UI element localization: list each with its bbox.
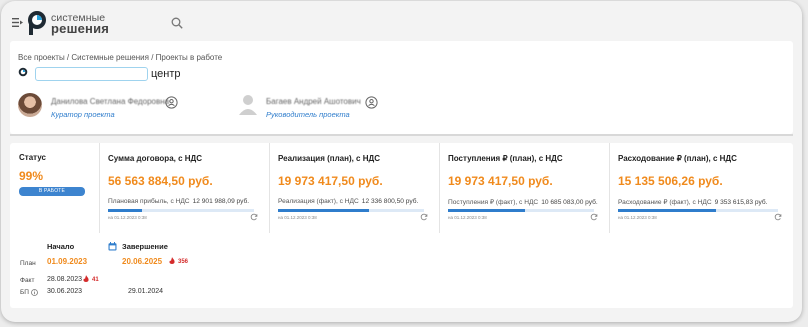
metric-progress xyxy=(278,209,424,212)
breadcrumb-separator: / xyxy=(148,53,156,62)
status-percent: 99% xyxy=(19,169,44,183)
metric-sub-label: Плановая прибыль, с НДС xyxy=(108,198,190,205)
metric-progress xyxy=(448,209,594,212)
metric-title: Поступления ₽ (план), с НДС xyxy=(448,154,563,163)
metric-value: 15 135 506,26 руб. xyxy=(618,174,723,188)
refresh-icon[interactable] xyxy=(774,213,782,221)
menu-icon[interactable] xyxy=(12,18,23,27)
metric-sub: Расходование ₽ (факт), с НДС 9 353 615,83… xyxy=(618,198,768,206)
refresh-icon[interactable] xyxy=(250,213,258,221)
metric-receipts-plan: Поступления ₽ (план), с НДС 19 973 417,5… xyxy=(439,143,609,233)
timeline-dates: Начало Завершение План 01.09.2023 20.06.… xyxy=(10,238,410,308)
info-icon[interactable] xyxy=(31,289,38,296)
status-badge[interactable]: В РАБОТЕ xyxy=(19,187,85,196)
fact-start-delay: 41 xyxy=(92,277,99,283)
metric-realization-plan: Реализация (план), с НДС 19 973 417,50 р… xyxy=(269,143,439,233)
user-placeholder-icon xyxy=(239,95,257,115)
change-person-icon[interactable] xyxy=(165,96,178,109)
bp-end-date: 29.01.2024 xyxy=(128,288,164,295)
project-name-redacted xyxy=(35,67,148,81)
plan-end-date: 20.06.2025 xyxy=(122,257,163,266)
project-summary: Статус 99% В РАБОТЕ Сумма договора, с НД… xyxy=(10,143,793,308)
metric-title: Сумма договора, с НДС xyxy=(108,154,203,163)
metric-progress-fill xyxy=(108,209,142,212)
metric-date: на 01.12.2023 0:38 xyxy=(618,215,657,220)
metric-sub-label: Расходование ₽ (факт), с НДС xyxy=(618,199,712,206)
section-divider xyxy=(10,134,793,136)
metric-value: 19 973 417,50 руб. xyxy=(278,174,383,188)
metric-date: на 01.12.2023 0:38 xyxy=(448,215,487,220)
calendar-icon[interactable] xyxy=(108,242,117,251)
metric-title: Реализация (план), с НДС xyxy=(278,154,380,163)
fire-icon xyxy=(83,275,89,282)
logo-icon[interactable] xyxy=(26,10,48,36)
metric-date: на 01.12.2023 0:38 xyxy=(108,215,147,220)
metric-spending-plan: Расходование ₽ (план), с НДС 15 135 506,… xyxy=(609,143,789,233)
bp-start-date: 30.06.2023 xyxy=(47,288,83,295)
fact-label: Факт xyxy=(20,277,35,284)
metric-progress-fill xyxy=(618,209,716,212)
breadcrumb-system-solutions[interactable]: Системные решения xyxy=(71,53,149,62)
curator-name: Данилова Светлана Федоровна xyxy=(51,97,170,106)
metric-title: Расходование ₽ (план), с НДС xyxy=(618,154,737,163)
status-block: Статус 99% В РАБОТЕ xyxy=(19,153,85,196)
app-window: системные решения Все проекты / Системны… xyxy=(1,1,802,322)
metric-sub-value: 12 901 988,09 руб. xyxy=(192,198,250,205)
search-icon[interactable] xyxy=(171,17,183,29)
breadcrumb: Все проекты / Системные решения / Проект… xyxy=(18,53,222,62)
project-logo-icon xyxy=(18,67,28,77)
metric-progress-fill xyxy=(448,209,526,212)
logo-line-2: решения xyxy=(51,21,110,36)
logo-text: системные решения xyxy=(51,13,110,36)
metric-sub-value: 10 685 083,00 руб. xyxy=(541,199,598,206)
curator-role[interactable]: Куратор проекта xyxy=(51,110,115,119)
breadcrumb-projects-in-work[interactable]: Проекты в работе xyxy=(156,53,223,62)
project-title: центр xyxy=(151,68,181,80)
plan-label: План xyxy=(20,260,36,267)
refresh-icon[interactable] xyxy=(590,213,598,221)
refresh-icon[interactable] xyxy=(420,213,428,221)
metric-sub: Плановая прибыль, с НДС 12 901 988,09 руб… xyxy=(108,198,249,205)
fire-icon xyxy=(169,257,175,264)
metric-date: на 01.12.2023 0:38 xyxy=(278,215,317,220)
metric-value: 56 563 884,50 руб. xyxy=(108,174,213,188)
metric-value: 19 973 417,50 руб. xyxy=(448,174,553,188)
metric-sub-label: Поступления ₽ (факт), с НДС xyxy=(448,199,539,206)
metric-sub-value: 12 336 800,50 руб. xyxy=(361,198,419,205)
fact-start-date: 28.08.2023 xyxy=(47,276,83,283)
metric-progress xyxy=(618,209,778,212)
start-header: Начало xyxy=(47,242,75,251)
plan-end-delay: 356 xyxy=(178,259,189,265)
metric-progress-fill xyxy=(278,209,369,212)
metric-sub: Реализация (факт), с НДС 12 336 800,50 ру… xyxy=(278,198,418,205)
metric-sub-label: Реализация (факт), с НДС xyxy=(278,198,359,205)
manager-role[interactable]: Руководитель проекта xyxy=(266,110,350,119)
metric-progress xyxy=(108,209,254,212)
metric-contract-sum: Сумма договора, с НДС 56 563 884,50 руб.… xyxy=(99,143,269,233)
change-person-icon[interactable] xyxy=(365,96,378,109)
manager-name: Багаев Андрей Ашотович xyxy=(266,97,361,106)
breadcrumb-all-projects[interactable]: Все проекты xyxy=(18,53,65,62)
curator-avatar xyxy=(18,93,42,117)
metric-sub: Поступления ₽ (факт), с НДС 10 685 083,00… xyxy=(448,198,598,206)
bp-label: БП xyxy=(20,289,29,296)
project-header: Все проекты / Системные решения / Проект… xyxy=(10,41,793,134)
status-label: Статус xyxy=(19,153,46,162)
end-header: Завершение xyxy=(122,242,168,251)
plan-start-date: 01.09.2023 xyxy=(47,257,88,266)
top-bar: системные решения xyxy=(1,1,802,41)
metric-sub-value: 9 353 615,83 руб. xyxy=(714,199,768,206)
